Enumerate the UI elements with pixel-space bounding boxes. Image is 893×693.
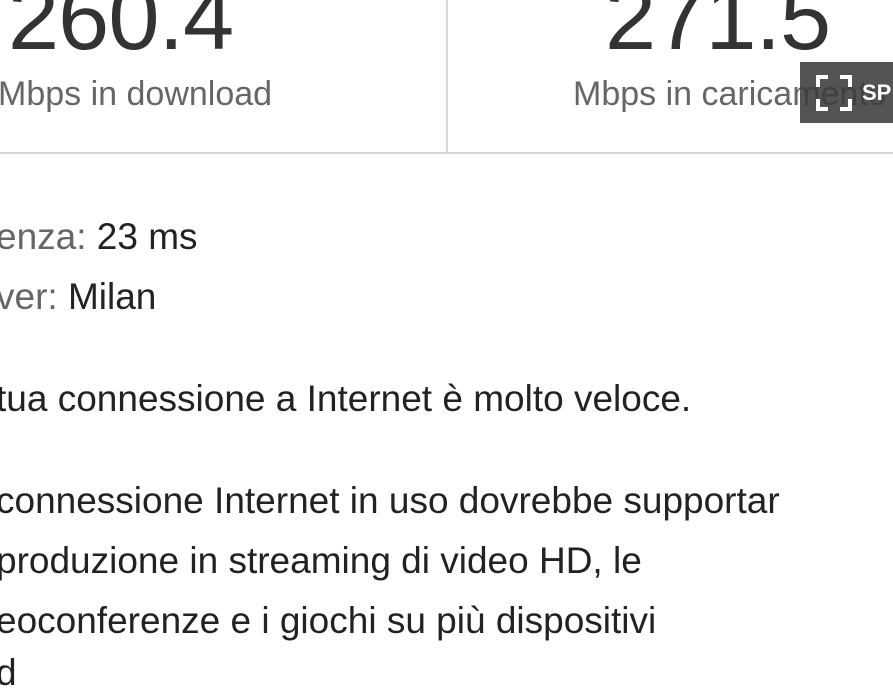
description-line: produzione in streaming di video HD, le <box>0 540 642 581</box>
server-value: Milan <box>67 276 157 317</box>
upload-speed-value: 271.5 <box>605 0 831 69</box>
fullscreen-overlay-button[interactable]: SP <box>800 62 893 123</box>
download-unit-label: Mbps in download <box>0 75 273 113</box>
description-line: connessione Internet in uso dovrebbe sup… <box>0 480 780 521</box>
latency-label: enza: <box>0 216 87 257</box>
results-divider <box>446 0 448 152</box>
speed-results-panel: 260.4 Mbps in download 271.5 Mbps in car… <box>0 0 893 154</box>
description-line: d <box>0 652 17 693</box>
download-speed-value: 260.4 <box>8 0 234 69</box>
server-row: ver: Milan <box>0 277 156 317</box>
server-label: ver: <box>0 276 58 317</box>
latency-value: 23 ms <box>96 216 198 257</box>
latency-row: enza: 23 ms <box>0 217 198 257</box>
fullscreen-icon <box>816 74 852 111</box>
speed-verdict: tua connessione a Internet è molto veloc… <box>0 378 692 419</box>
description-line: eoconferenze e i giochi su più dispositi… <box>0 600 657 641</box>
overlay-label: SP <box>862 79 892 105</box>
